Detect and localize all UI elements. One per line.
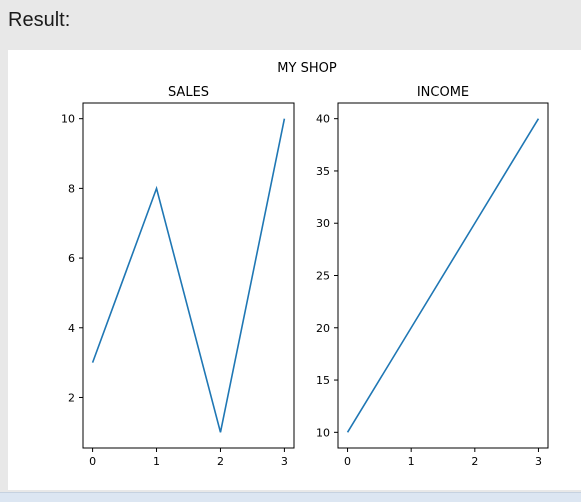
y-tick-label-income: 40	[316, 113, 330, 126]
x-tick-label-sales: 1	[153, 455, 160, 468]
x-tick-label-income: 3	[535, 455, 542, 468]
y-tick-label-income: 35	[316, 165, 330, 178]
subplot-title-sales: SALES	[168, 85, 209, 100]
x-tick-label-sales: 3	[281, 455, 288, 468]
x-tick-label-income: 2	[471, 455, 478, 468]
figure-title: MY SHOP	[277, 61, 337, 76]
y-tick-label-income: 30	[316, 217, 330, 230]
y-ticks-income: 10 15 20 25 30 35 40	[316, 113, 338, 439]
series-line-sales	[91, 118, 286, 433]
x-ticks-income: 0 1 2 3	[344, 448, 542, 468]
bottom-divider	[0, 492, 581, 502]
x-tick-label-income: 1	[408, 455, 415, 468]
y-tick-label-sales: 8	[68, 182, 75, 195]
y-ticks-sales: 2 4 6 8 10	[61, 113, 83, 404]
y-tick-label-income: 10	[316, 426, 330, 439]
x-tick-label-income: 0	[344, 455, 351, 468]
y-tick-label-income: 25	[316, 270, 330, 283]
subplot-title-income: INCOME	[417, 85, 469, 100]
subplot-income: INCOME 0 1 2 3 10 15 20 25 30 35 40	[316, 85, 549, 468]
y-tick-label-sales: 6	[68, 252, 75, 265]
y-tick-label-sales: 2	[68, 391, 75, 404]
x-tick-label-sales: 0	[89, 455, 96, 468]
y-tick-label-sales: 10	[61, 113, 75, 126]
axes-frame-sales	[82, 102, 295, 449]
series-line-income	[346, 118, 540, 433]
x-ticks-sales: 0 1 2 3	[89, 448, 288, 468]
subplot-sales: SALES 0 1 2 3 2 4 6 8 10	[61, 85, 295, 468]
figure-svg: MY SHOP SALES 0 1 2 3 2 4 6 8 10 INCOME 0 1 2 3 10…	[61, 61, 549, 468]
figure-canvas: MY SHOP SALES 0 1 2 3 2 4 6 8 10 INCOME 0 1 2 3 10…	[8, 50, 581, 490]
x-tick-label-sales: 2	[217, 455, 224, 468]
y-tick-label-income: 20	[316, 322, 330, 335]
result-label: Result:	[8, 9, 71, 31]
y-tick-label-sales: 4	[68, 322, 75, 335]
output-panel: Result: MY SHOP SALES 0123 2 4 6 8 10 INCOME…	[0, 0, 581, 502]
y-tick-label-income: 15	[316, 374, 330, 387]
